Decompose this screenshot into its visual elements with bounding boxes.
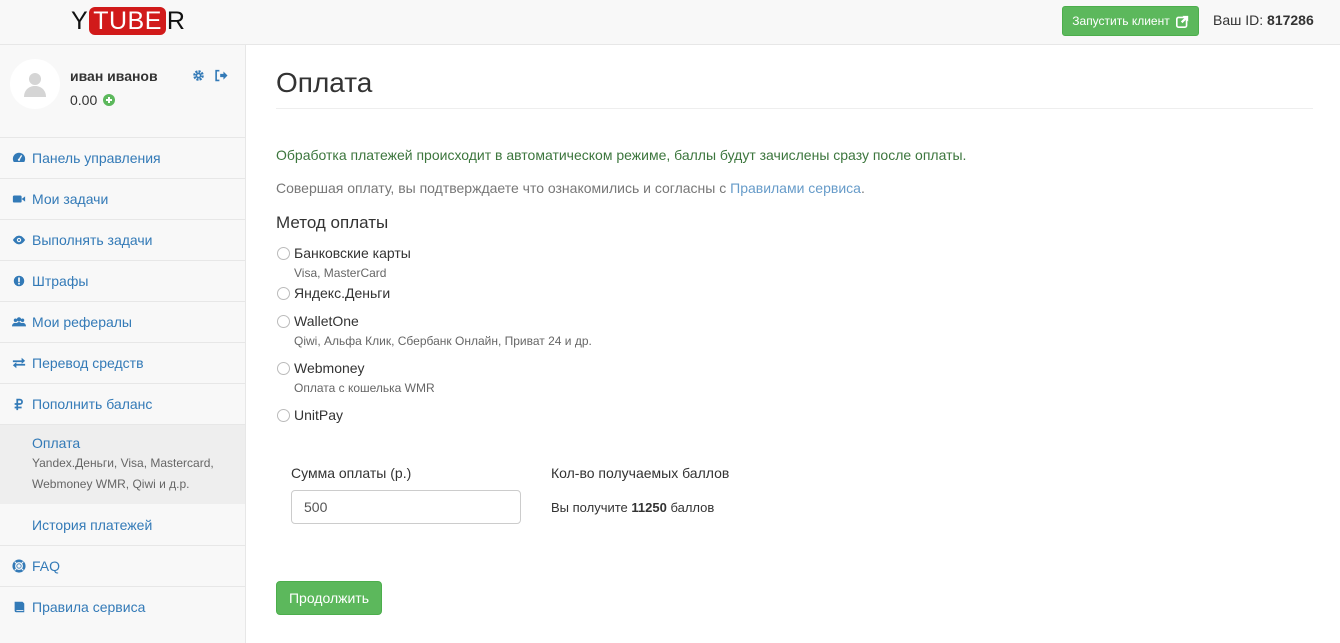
method-option-bank-cards[interactable]: Банковские карты Visa, MasterCard bbox=[276, 243, 1313, 283]
logo-letter-r: R bbox=[166, 6, 186, 35]
add-balance-icon[interactable] bbox=[103, 94, 116, 106]
sidebar-subitem-payment[interactable]: Оплата Yandex.Деньги, Visa, Mastercard, … bbox=[0, 424, 245, 504]
sidebar-subitem-desc: Yandex.Деньги, Visa, Mastercard, Webmone… bbox=[32, 453, 233, 495]
amount-label: Сумма оплаты (р.) bbox=[291, 465, 412, 481]
method-name: Яндекс.Деньги bbox=[294, 285, 391, 301]
avatar bbox=[10, 59, 60, 109]
method-name: UnitPay bbox=[294, 407, 344, 423]
book-icon bbox=[12, 600, 26, 614]
rules-link[interactable]: Правилами сервиса bbox=[730, 180, 861, 196]
points-suffix: баллов bbox=[670, 500, 715, 515]
page-title: Оплата bbox=[276, 67, 1313, 109]
method-radio[interactable] bbox=[277, 315, 290, 328]
eye-icon bbox=[12, 233, 26, 247]
dashboard-icon bbox=[12, 151, 26, 165]
logo-tube: TUBE bbox=[89, 7, 166, 35]
sidebar-subitem-title: Оплата bbox=[32, 435, 81, 451]
payment-methods: Банковские карты Visa, MasterCard Яндекс… bbox=[276, 243, 1313, 425]
sidebar-subitem-desc-line1: Yandex.Деньги, Visa, Mastercard, bbox=[32, 456, 214, 470]
username: иван иванов bbox=[70, 68, 158, 84]
launch-client-label: Запустить клиент bbox=[1072, 14, 1170, 28]
method-radio[interactable] bbox=[277, 409, 290, 422]
balance-value: 0.00 bbox=[70, 92, 98, 108]
sidebar: иван иванов 0.00 Панель управления Мои з… bbox=[0, 45, 246, 643]
amount-input[interactable] bbox=[291, 490, 521, 524]
method-option-walletone[interactable]: WalletOne Qiwi, Альфа Клик, Сбербанк Онл… bbox=[276, 311, 1313, 351]
points-text: Вы получите 11250 баллов bbox=[551, 500, 714, 515]
sidebar-item-label: Мои рефералы bbox=[32, 314, 132, 330]
sidebar-item-do-tasks[interactable]: Выполнять задачи bbox=[0, 219, 245, 260]
ruble-icon bbox=[12, 397, 26, 411]
sidebar-item-label: Перевод средств bbox=[32, 355, 144, 371]
method-option-webmoney[interactable]: Webmoney Оплата с кошелька WMR bbox=[276, 358, 1313, 398]
sidebar-item-label: Правила сервиса bbox=[32, 599, 146, 615]
sidebar-item-transfer[interactable]: Перевод средств bbox=[0, 342, 245, 383]
method-desc: Visa, MasterCard bbox=[294, 266, 387, 280]
user-icon bbox=[24, 73, 46, 97]
sidebar-item-referrals[interactable]: Мои рефералы bbox=[0, 301, 245, 342]
users-icon bbox=[12, 315, 26, 329]
sidebar-item-fines[interactable]: Штрафы bbox=[0, 260, 245, 301]
sidebar-subitem-payment-history[interactable]: История платежей bbox=[0, 504, 245, 545]
life-ring-icon bbox=[12, 559, 26, 573]
continue-button[interactable]: Продолжить bbox=[276, 581, 382, 615]
sidebar-item-label: Пополнить баланс bbox=[32, 396, 153, 412]
method-option-yandex-money[interactable]: Яндекс.Деньги bbox=[276, 283, 1313, 303]
sidebar-item-label: FAQ bbox=[32, 558, 61, 574]
sidebar-item-my-tasks[interactable]: Мои задачи bbox=[0, 178, 245, 219]
sidebar-item-label: Штрафы bbox=[32, 273, 89, 289]
sidebar-item-dashboard[interactable]: Панель управления bbox=[0, 137, 245, 178]
sidebar-item-label: Выполнять задачи bbox=[32, 232, 153, 248]
user-id-value: 817286 bbox=[1267, 12, 1314, 28]
exclamation-circle-icon bbox=[12, 274, 26, 288]
external-link-icon bbox=[1175, 15, 1188, 28]
logo[interactable]: Y TUBE R bbox=[71, 7, 185, 35]
sidebar-subitem-desc-line2: Webmoney WMR, Qiwi и д.р. bbox=[32, 477, 190, 491]
points-prefix: Вы получите bbox=[551, 500, 628, 515]
logout-icon[interactable] bbox=[214, 69, 228, 82]
gear-icon[interactable] bbox=[192, 69, 205, 82]
method-radio[interactable] bbox=[277, 287, 290, 300]
user-id: Ваш ID: 817286 bbox=[1213, 12, 1314, 28]
method-radio[interactable] bbox=[277, 247, 290, 260]
method-name: Банковские карты bbox=[294, 245, 411, 261]
terms-note: Совершая оплату, вы подтверждаете что оз… bbox=[276, 180, 1313, 196]
profile-panel: иван иванов 0.00 bbox=[0, 45, 245, 137]
auto-processing-note: Обработка платежей происходит в автомати… bbox=[276, 147, 967, 163]
sidebar-nav: Панель управления Мои задачи Выполнять з… bbox=[0, 137, 245, 627]
sidebar-subitem-label: История платежей bbox=[32, 516, 153, 533]
terms-period: . bbox=[860, 180, 865, 196]
launch-client-button[interactable]: Запустить клиент bbox=[1062, 6, 1199, 36]
payment-method-heading: Метод оплаты bbox=[276, 213, 389, 232]
main-content: Оплата Обработка платежей происходит в а… bbox=[276, 45, 1313, 535]
balance: 0.00 bbox=[70, 92, 116, 108]
sidebar-item-label: Мои задачи bbox=[32, 191, 109, 207]
method-desc: Оплата с кошелька WMR bbox=[294, 381, 435, 395]
terms-note-text: Совершая оплату, вы подтверждаете что оз… bbox=[276, 180, 727, 196]
points-label: Кол-во получаемых баллов bbox=[551, 465, 730, 481]
method-name: WalletOne bbox=[294, 313, 359, 329]
user-id-label: Ваш ID: bbox=[1213, 12, 1264, 28]
method-desc: Qiwi, Альфа Клик, Сбербанк Онлайн, Прива… bbox=[294, 334, 592, 348]
sidebar-item-label: Панель управления bbox=[32, 150, 161, 166]
video-camera-icon bbox=[12, 192, 26, 206]
method-radio[interactable] bbox=[277, 362, 290, 375]
method-name: Webmoney bbox=[294, 360, 365, 376]
sidebar-item-topup[interactable]: Пополнить баланс bbox=[0, 383, 245, 424]
exchange-icon bbox=[12, 356, 26, 370]
points-value: 11250 bbox=[631, 500, 667, 515]
sidebar-item-faq[interactable]: FAQ bbox=[0, 545, 245, 586]
amount-row: Сумма оплаты (р.) Кол-во получаемых балл… bbox=[276, 455, 1313, 535]
top-navbar: Y TUBE R Запустить клиент Ваш ID: 817286 bbox=[0, 0, 1340, 45]
method-option-unitpay[interactable]: UnitPay bbox=[276, 405, 1313, 425]
sidebar-item-rules[interactable]: Правила сервиса bbox=[0, 586, 245, 627]
logo-letter-y: Y bbox=[71, 6, 89, 35]
